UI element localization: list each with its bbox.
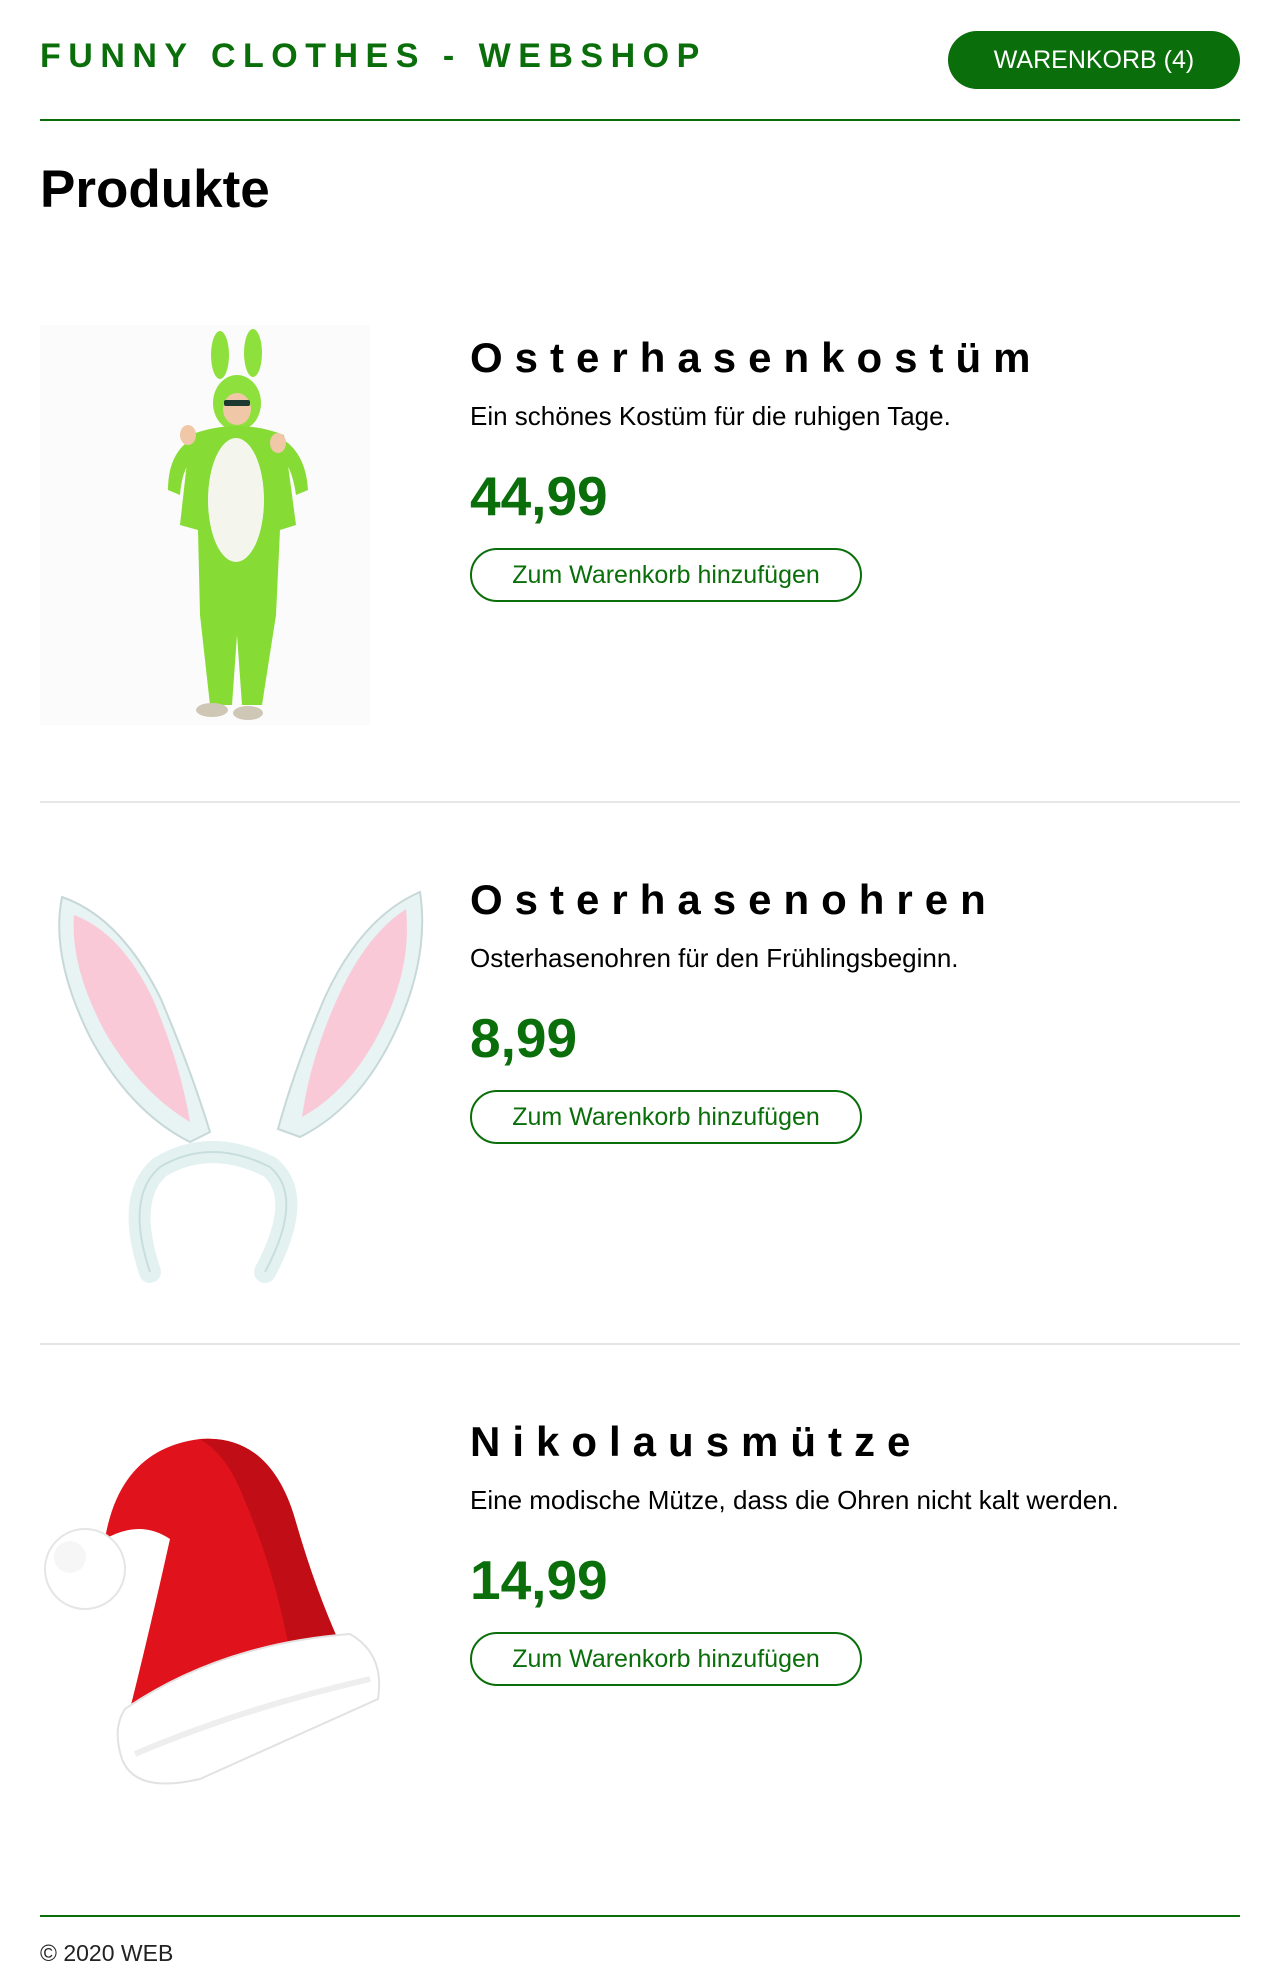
product-description: Eine modische Mütze, dass die Ohren nich… — [470, 1485, 1119, 1515]
shop-brand[interactable]: FUNNY CLOTHES - WEBSHOP — [40, 37, 707, 76]
cart-button[interactable]: WARENKORB (4) — [948, 31, 1240, 89]
green-bunny-costume-image — [40, 325, 370, 725]
add-to-cart-button[interactable]: Zum Warenkorb hinzufügen — [470, 1632, 862, 1686]
product-name[interactable]: Osterhasenkostüm — [470, 333, 1042, 383]
product-description: Osterhasenohren für den Frühlingsbeginn. — [470, 943, 959, 973]
product-price: 14,99 — [470, 1549, 608, 1611]
product-price: 44,99 — [470, 465, 608, 527]
footer-divider — [40, 1915, 1240, 1917]
page: FUNNY CLOTHES - WEBSHOP WARENKORB (4) Pr… — [0, 0, 1280, 1986]
add-to-cart-button[interactable]: Zum Warenkorb hinzufügen — [470, 1090, 862, 1144]
product-image[interactable] — [40, 325, 440, 745]
product-name[interactable]: Nikolausmütze — [470, 1417, 922, 1467]
footer-copyright: © 2020 WEB — [40, 1940, 174, 1966]
product-divider — [40, 1343, 1240, 1345]
product-name[interactable]: Osterhasenohren — [470, 875, 998, 925]
page-title: Produkte — [40, 160, 270, 219]
product-card: Nikolausmütze Eine modische Mütze, dass … — [40, 1409, 1240, 1829]
product-card: Osterhasenohren Osterhasenohren für den … — [40, 867, 1240, 1287]
add-to-cart-button[interactable]: Zum Warenkorb hinzufügen — [470, 548, 862, 602]
product-card: Osterhasenkostüm Ein schönes Kostüm für … — [40, 325, 1240, 745]
product-image[interactable] — [40, 867, 440, 1287]
product-divider — [40, 801, 1240, 803]
santa-hat-image — [44, 1438, 381, 1785]
bunny-ears-headband-image — [58, 890, 424, 1283]
product-image[interactable] — [40, 1409, 440, 1829]
product-description: Ein schönes Kostüm für die ruhigen Tage. — [470, 401, 951, 431]
product-price: 8,99 — [470, 1007, 578, 1069]
header-divider — [40, 119, 1240, 121]
